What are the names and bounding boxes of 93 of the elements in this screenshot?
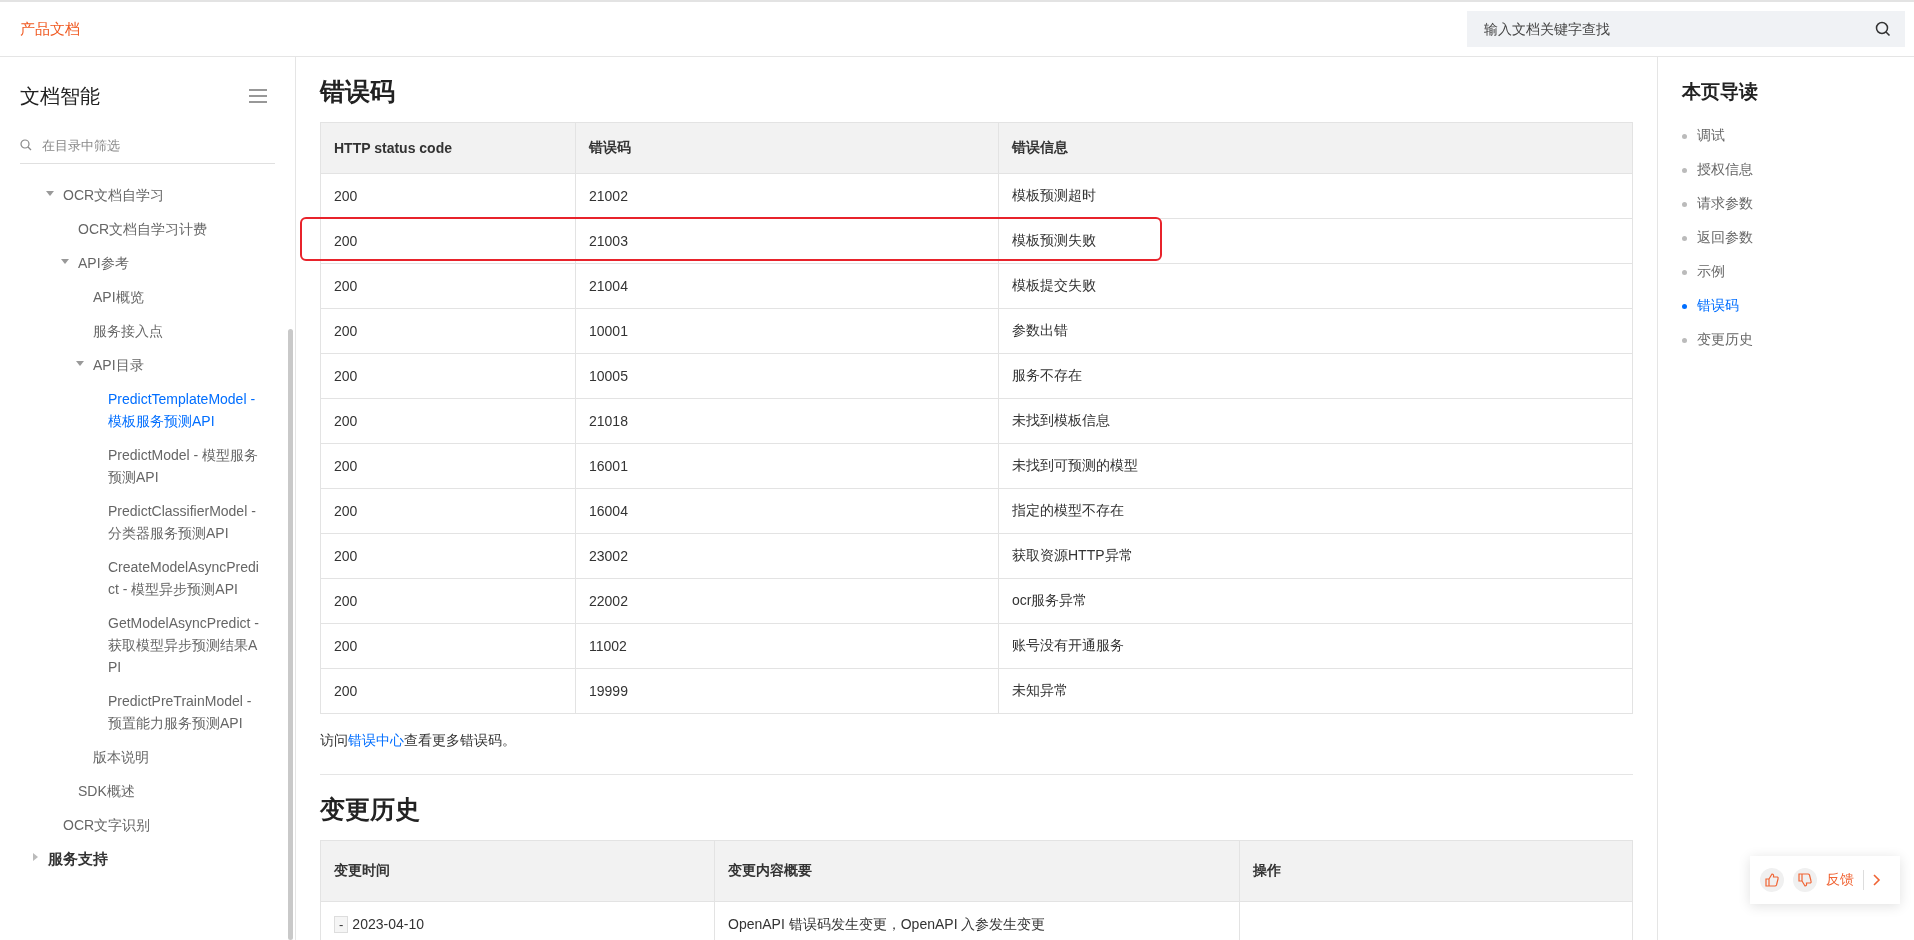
sidebar-item[interactable]: PredictModel - 模型服务预测API (108, 444, 259, 488)
page-nav-link[interactable]: 示例 (1697, 263, 1725, 281)
table-cell: 200 (320, 443, 576, 489)
note-text: 访问错误中心查看更多错误码。 (320, 732, 517, 750)
section-heading: 错误码 (320, 76, 396, 107)
page-nav-link[interactable]: 调试 (1697, 127, 1725, 145)
page-nav-link[interactable]: 授权信息 (1697, 161, 1753, 179)
table-cell: 2023-04-10 (352, 916, 424, 932)
table-cell: 200 (320, 218, 576, 264)
table-cell: 服务不存在 (998, 353, 1633, 399)
caret-icon[interactable] (76, 359, 84, 367)
table-cell: 23002 (575, 533, 999, 579)
search-field[interactable]: 输入文档关键字查找 (1482, 20, 1875, 38)
table-cell: 200 (320, 488, 576, 534)
brand-link[interactable]: 产品文档 (20, 19, 80, 39)
column-header: 错误信息 (998, 122, 1633, 174)
table-cell: 10005 (575, 353, 999, 399)
column-header: 变更内容概要 (714, 840, 1240, 902)
sidebar-item[interactable]: 服务接入点 (93, 320, 163, 342)
error-center-link[interactable]: 错误中心 (348, 732, 404, 748)
sidebar-item[interactable]: 版本说明 (93, 746, 149, 768)
sidebar-item[interactable]: PredictPreTrainModel - 预置能力服务预测API (108, 690, 259, 734)
thumbs-up-icon[interactable] (1760, 868, 1784, 892)
sidebar-section[interactable]: 服务支持 (48, 848, 108, 870)
sidebar-item[interactable]: PredictTemplateModel - 模板服务预测API (108, 388, 259, 432)
table-cell: ocr服务异常 (998, 578, 1633, 624)
table-cell: 未找到可预测的模型 (998, 443, 1633, 489)
table-cell: 21003 (575, 218, 999, 264)
bullet-icon (1682, 201, 1687, 207)
bullet-icon (1682, 235, 1687, 241)
caret-icon[interactable] (61, 257, 69, 265)
sidebar-item[interactable]: OCR文档自学习计费 (78, 218, 208, 240)
sidebar-item[interactable]: OCR文字识别 (63, 814, 151, 836)
table-cell: 账号没有开通服务 (998, 623, 1633, 669)
table-cell: 模板预测失败 (998, 218, 1633, 264)
sidebar-item[interactable]: API概览 (93, 286, 144, 308)
page-nav-link[interactable]: 返回参数 (1697, 229, 1753, 247)
table-cell: 未找到模板信息 (998, 398, 1633, 444)
column-header: 操作 (1239, 840, 1633, 902)
page-nav-title: 本页导读 (1682, 80, 1759, 104)
table-cell: 参数出错 (998, 308, 1633, 354)
table-cell: 200 (320, 353, 576, 399)
table-cell: 16004 (575, 488, 999, 534)
table-cell: 模板提交失败 (998, 263, 1633, 309)
table-cell: 200 (320, 173, 576, 219)
table-cell: 未知异常 (998, 668, 1633, 714)
table-cell: 10001 (575, 308, 999, 354)
bullet-icon (1682, 303, 1687, 309)
bullet-icon (1682, 337, 1687, 343)
bullet-icon (1682, 269, 1687, 275)
column-header: HTTP status code (320, 122, 576, 174)
table-cell: 200 (320, 623, 576, 669)
table-cell: 获取资源HTTP异常 (998, 533, 1633, 579)
table-cell: 21004 (575, 263, 999, 309)
search-icon (20, 139, 32, 151)
table-cell: 200 (320, 668, 576, 714)
sidebar-item[interactable]: GetModelAsyncPredict - 获取模型异步预测结果API (108, 612, 259, 678)
bullet-icon (1682, 167, 1687, 173)
sidebar-item[interactable]: API参考 (78, 252, 129, 274)
table-cell: 11002 (575, 623, 999, 669)
thumbs-down-icon[interactable] (1793, 868, 1817, 892)
table-cell: 200 (320, 398, 576, 444)
column-header: 错误码 (575, 122, 999, 174)
table-cell: 22002 (575, 578, 999, 624)
table-cell: 21018 (575, 398, 999, 444)
feedback-label[interactable]: 反馈 (1826, 871, 1854, 889)
page-nav-link[interactable]: 错误码 (1697, 297, 1739, 315)
caret-icon[interactable] (31, 853, 39, 861)
table-cell: 200 (320, 533, 576, 579)
column-header: 变更时间 (320, 840, 715, 902)
table-cell: 200 (320, 263, 576, 309)
bullet-icon (1682, 133, 1687, 139)
menu-icon[interactable] (249, 89, 267, 103)
table-cell: 19999 (575, 668, 999, 714)
table-cell: 指定的模型不存在 (998, 488, 1633, 534)
search-icon[interactable] (1875, 21, 1891, 37)
sidebar-item[interactable]: PredictClassifierModel - 分类器服务预测API (108, 500, 259, 544)
sidebar-item[interactable]: OCR文档自学习 (63, 184, 165, 206)
section-heading: 变更历史 (320, 794, 421, 825)
page-nav-link[interactable]: 变更历史 (1697, 331, 1753, 349)
sidebar-item[interactable]: SDK概述 (78, 780, 135, 802)
collapse-toggle[interactable]: - (334, 916, 349, 933)
table-cell: 16001 (575, 443, 999, 489)
chevron-right-icon[interactable] (1873, 874, 1881, 886)
sidebar-item[interactable]: CreateModelAsyncPredict - 模型异步预测API (108, 556, 259, 600)
scrollbar-thumb[interactable] (288, 329, 293, 940)
page-nav-link[interactable]: 请求参数 (1697, 195, 1753, 213)
search-box[interactable]: 输入文档关键字查找 (1467, 11, 1905, 47)
sidebar-title: 文档智能 (20, 83, 100, 109)
table-cell: 200 (320, 308, 576, 354)
caret-icon[interactable] (46, 189, 54, 197)
table-cell: 200 (320, 578, 576, 624)
sidebar-item[interactable]: API目录 (93, 354, 144, 376)
